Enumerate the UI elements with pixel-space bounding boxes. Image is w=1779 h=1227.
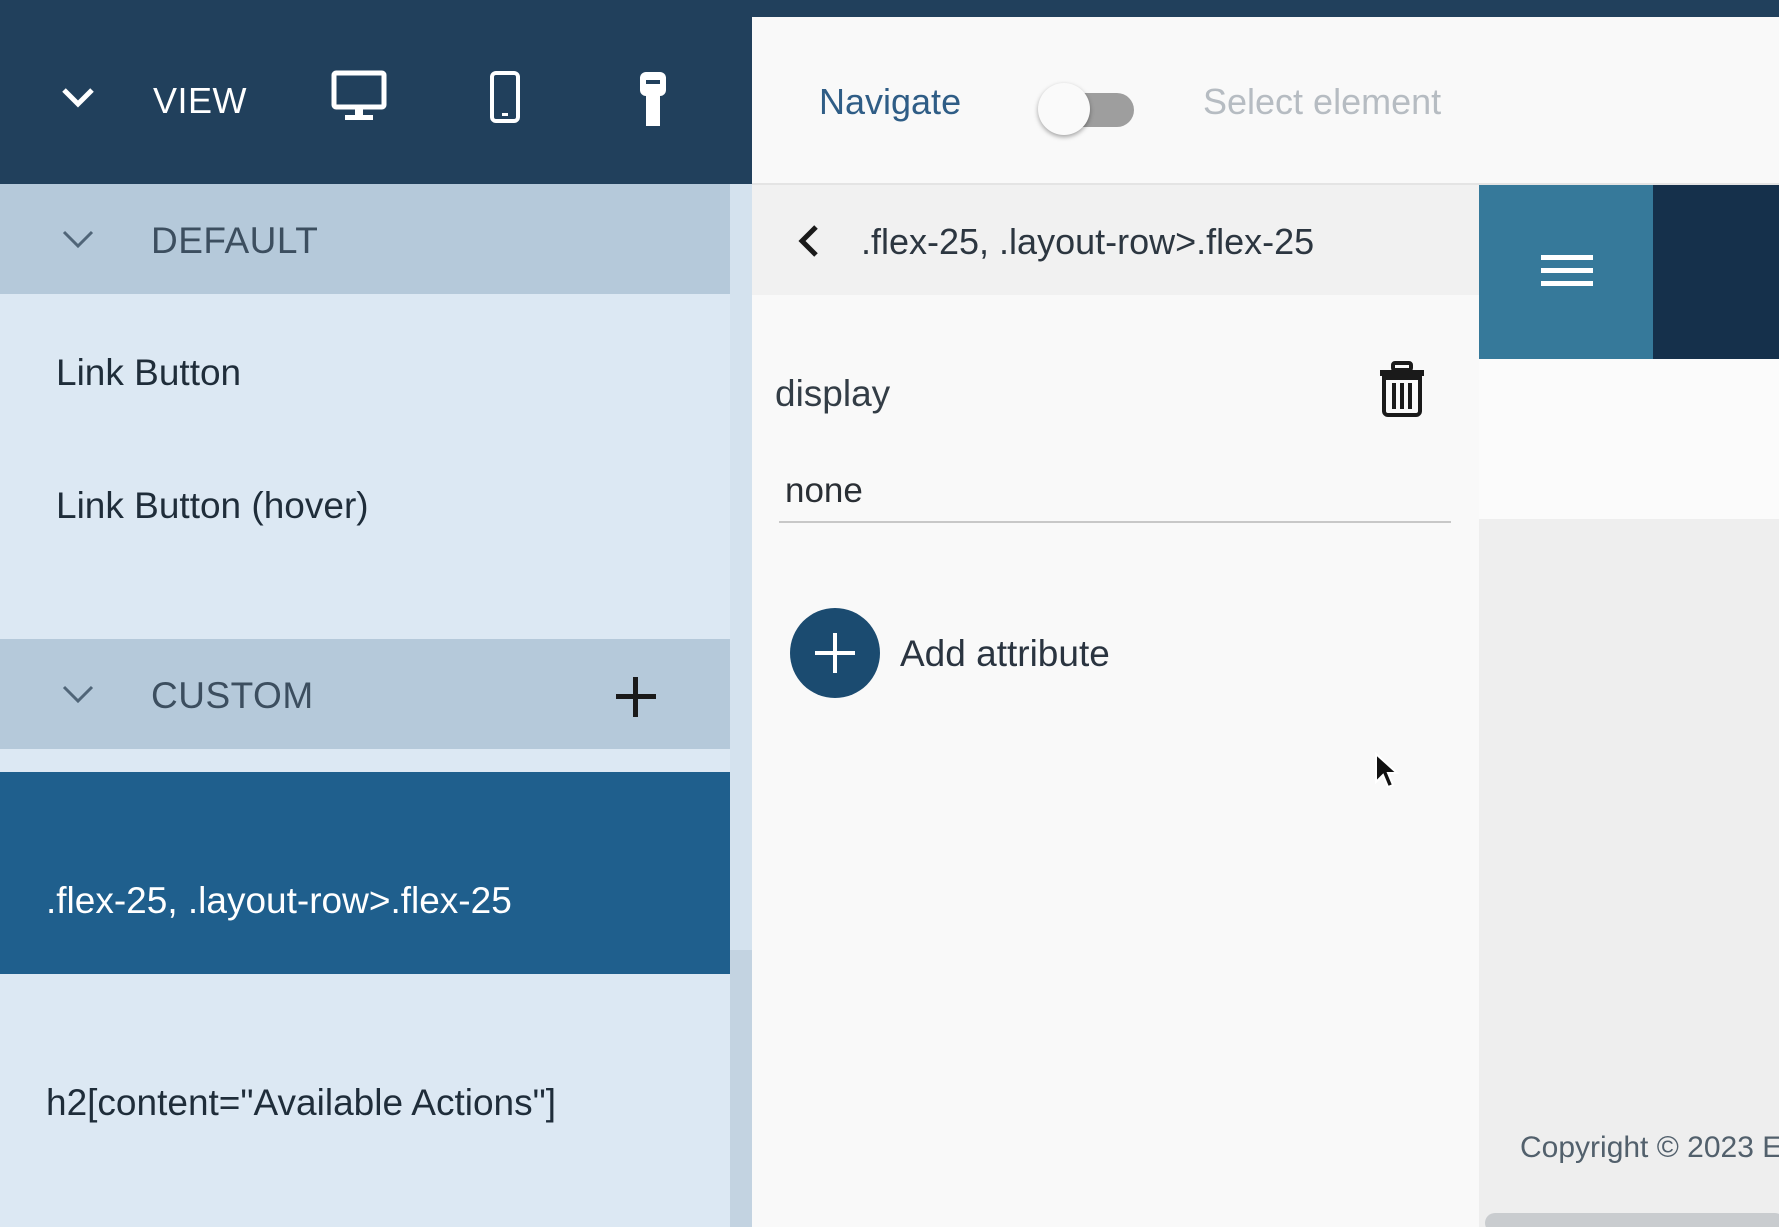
section-custom[interactable]: CUSTOM xyxy=(0,639,730,749)
hamburger-icon xyxy=(1541,255,1593,286)
view-label: VIEW xyxy=(153,80,248,121)
list-item-selected-style[interactable]: .flex-25, .layout-row>.flex-25 xyxy=(0,772,730,974)
list-item-link-button-hover[interactable]: Link Button (hover) xyxy=(56,485,656,527)
mobile-icon[interactable] xyxy=(489,70,521,124)
selector-title: .flex-25, .layout-row>.flex-25 xyxy=(861,221,1315,262)
trash-icon[interactable] xyxy=(1378,361,1426,417)
preview-content-area xyxy=(1479,359,1779,519)
key-icon[interactable] xyxy=(636,70,670,130)
back-arrow-icon[interactable] xyxy=(790,221,830,261)
list-item-link-button[interactable]: Link Button xyxy=(56,352,656,394)
section-default-label: DEFAULT xyxy=(151,220,319,261)
style-editor: .flex-25, .layout-row>.flex-25 display A… xyxy=(752,185,1479,1227)
view-bar: VIEW xyxy=(0,0,752,184)
attribute-value-input[interactable] xyxy=(779,461,1451,523)
section-default[interactable]: DEFAULT xyxy=(0,184,730,294)
plus-icon xyxy=(815,633,855,673)
preview-scrollbar[interactable] xyxy=(1485,1213,1779,1227)
list-item-label: .flex-25, .layout-row>.flex-25 xyxy=(46,880,512,921)
desktop-icon[interactable] xyxy=(331,70,387,124)
toggle-knob xyxy=(1038,83,1090,135)
top-strip xyxy=(752,0,1779,17)
editor-header: .flex-25, .layout-row>.flex-25 xyxy=(752,185,1479,295)
preview-header xyxy=(1479,185,1779,359)
sidebar-scrollbar-thumb[interactable] xyxy=(730,950,752,1227)
add-attribute-button[interactable]: Add attribute xyxy=(790,608,1170,698)
list-item-h2-style[interactable]: h2[content="Available Actions"] xyxy=(46,1082,726,1124)
navigate-select-toggle[interactable] xyxy=(1036,77,1136,135)
select-element-label[interactable]: Select element xyxy=(1203,81,1441,123)
navigate-label[interactable]: Navigate xyxy=(819,81,961,123)
attribute-name: display xyxy=(775,373,891,414)
add-circle xyxy=(790,608,880,698)
menu-button[interactable] xyxy=(1479,185,1653,359)
chevron-down-icon xyxy=(62,685,94,704)
page-preview: Copyright © 2023 E xyxy=(1479,185,1779,1227)
toolbar: Navigate Select element xyxy=(752,17,1779,185)
chevron-down-icon xyxy=(62,230,94,249)
style-sidebar: VIEW DEFAULT Link Button Link Button (ho… xyxy=(0,0,752,1227)
chevron-down-icon[interactable] xyxy=(58,82,98,112)
add-attribute-label: Add attribute xyxy=(900,633,1110,674)
mouse-cursor-icon xyxy=(1375,752,1400,789)
add-custom-style-button[interactable] xyxy=(612,673,660,721)
section-custom-label: CUSTOM xyxy=(151,675,314,716)
main-panel: Navigate Select element .flex-25, .layou… xyxy=(752,17,1779,1227)
copyright-text: Copyright © 2023 E xyxy=(1520,1131,1779,1164)
